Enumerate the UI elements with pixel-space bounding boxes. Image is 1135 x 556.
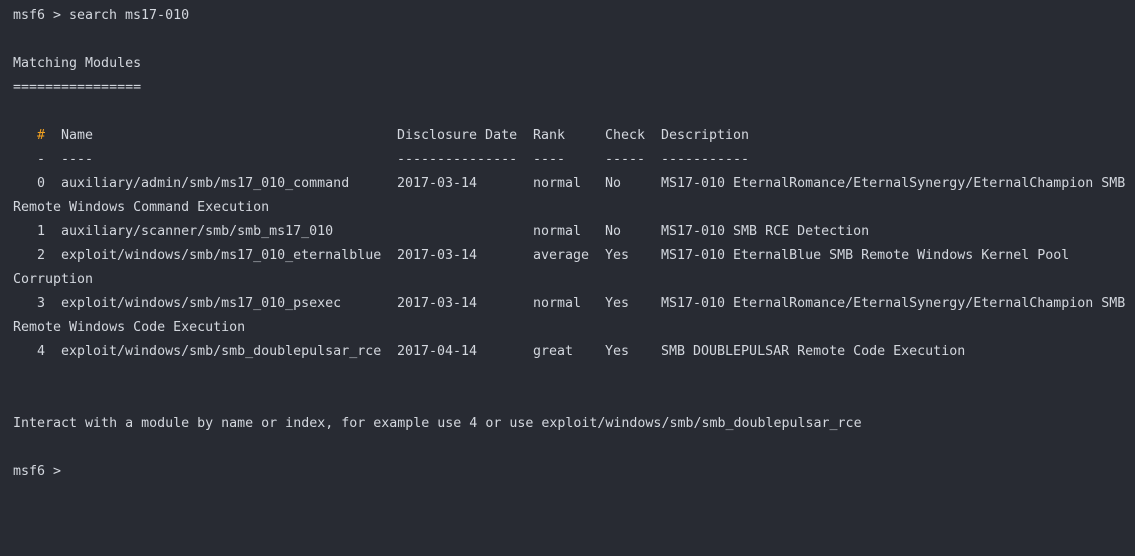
terminal-output[interactable]: msf6 > search ms17-010 Matching Modules … xyxy=(13,4,1135,484)
column-header-description: Description xyxy=(661,128,750,143)
column-header-name: Name xyxy=(61,128,94,143)
table-row: 4 exploit/windows/smb/smb_doublepulsar_r… xyxy=(13,340,1135,364)
module-name: auxiliary/scanner/smb/smb_ms17_010 xyxy=(61,224,334,239)
command-text: search ms17-010 xyxy=(69,8,190,23)
row-index: 3 xyxy=(37,296,46,311)
separator-number: - xyxy=(37,152,46,167)
column-header-number: # xyxy=(37,128,46,143)
separator-date: --------------- xyxy=(397,152,518,167)
module-check: Yes xyxy=(605,344,630,359)
module-description: MS17-010 EternalRomance/EternalSynergy/E… xyxy=(661,296,1126,311)
column-header-date: Disclosure Date xyxy=(397,128,518,143)
results-heading-underline: ================ xyxy=(13,80,142,95)
module-check: Yes xyxy=(605,248,630,263)
table-row: 3 exploit/windows/smb/ms17_010_psexec 20… xyxy=(13,292,1135,316)
command-line: msf6 > search ms17-010 xyxy=(13,4,1135,28)
module-rank: normal xyxy=(533,224,582,239)
module-name: exploit/windows/smb/ms17_010_eternalblue xyxy=(61,248,382,263)
module-rank: average xyxy=(533,248,590,263)
row-index: 4 xyxy=(37,344,46,359)
table-row: 2 exploit/windows/smb/ms17_010_eternalbl… xyxy=(13,244,1135,268)
module-description: MS17-010 EternalRomance/EternalSynergy/E… xyxy=(661,176,1126,191)
column-header-check: Check xyxy=(605,128,646,143)
table-separator: - ---- --------------- ---- ----- ------… xyxy=(13,148,1135,172)
separator-name: ---- xyxy=(61,152,94,167)
prompt: msf6 > xyxy=(13,464,62,479)
module-name: exploit/windows/smb/smb_doublepulsar_rce xyxy=(61,344,382,359)
module-name: auxiliary/admin/smb/ms17_010_command xyxy=(61,176,350,191)
disclosure-date: 2017-04-14 xyxy=(397,344,478,359)
results-heading: Matching Modules xyxy=(13,56,142,71)
module-check: No xyxy=(605,224,622,239)
separator-check: ----- xyxy=(605,152,646,167)
module-rank: normal xyxy=(533,296,582,311)
description-wrap: Corruption xyxy=(13,272,94,287)
row-index: 1 xyxy=(37,224,46,239)
row-index: 2 xyxy=(37,248,46,263)
module-check: Yes xyxy=(605,296,630,311)
description-wrap: Remote Windows Command Execution xyxy=(13,200,270,215)
row-index: 0 xyxy=(37,176,46,191)
module-description: MS17-010 SMB RCE Detection xyxy=(661,224,870,239)
module-description: SMB DOUBLEPULSAR Remote Code Execution xyxy=(661,344,966,359)
disclosure-date: 2017-03-14 xyxy=(397,176,478,191)
input-line[interactable]: msf6 > xyxy=(13,460,1135,484)
table-header: # Name Disclosure Date Rank Check Descri… xyxy=(13,124,1135,148)
module-name: exploit/windows/smb/ms17_010_psexec xyxy=(61,296,342,311)
disclosure-date: 2017-03-14 xyxy=(397,248,478,263)
disclosure-date: 2017-03-14 xyxy=(397,296,478,311)
module-check: No xyxy=(605,176,622,191)
prompt: msf6 > xyxy=(13,8,62,23)
module-rank: normal xyxy=(533,176,582,191)
table-row: 1 auxiliary/scanner/smb/smb_ms17_010 nor… xyxy=(13,220,1135,244)
separator-rank: ---- xyxy=(533,152,566,167)
table-row: 0 auxiliary/admin/smb/ms17_010_command 2… xyxy=(13,172,1135,196)
module-rank: great xyxy=(533,344,574,359)
separator-description: ----------- xyxy=(661,152,750,167)
usage-hint: Interact with a module by name or index,… xyxy=(13,416,862,431)
description-wrap: Remote Windows Code Execution xyxy=(13,320,246,335)
column-header-rank: Rank xyxy=(533,128,566,143)
module-description: MS17-010 EternalBlue SMB Remote Windows … xyxy=(661,248,1070,263)
